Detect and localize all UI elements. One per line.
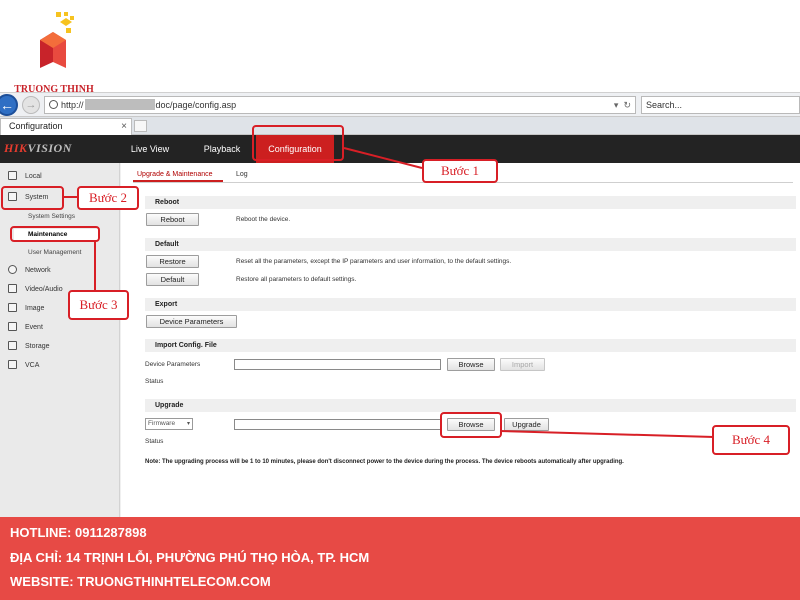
footer-website: WEBSITE: TRUONGTHINHTELECOM.COM bbox=[10, 574, 271, 589]
sidebar-item-network[interactable]: Network bbox=[8, 265, 51, 277]
export-device-parameters-button[interactable]: Device Parameters bbox=[146, 315, 237, 328]
footer-hotline: HOTLINE: 0911287898 bbox=[10, 525, 147, 540]
image-icon bbox=[8, 303, 17, 312]
refresh-icon[interactable]: ↻ bbox=[623, 100, 631, 110]
import-button[interactable]: Import bbox=[500, 358, 545, 371]
forward-button[interactable]: → bbox=[22, 96, 40, 114]
step-2-label: Bước 2 bbox=[77, 186, 139, 210]
app-header: HIKVISION Live View Playback Configurati… bbox=[0, 135, 800, 163]
monitor-icon bbox=[8, 171, 17, 180]
sidebar-item-label: Network bbox=[25, 267, 51, 274]
chevron-down-icon: ▾ bbox=[186, 421, 190, 427]
search-placeholder: Search... bbox=[646, 100, 683, 110]
tab-title: Configuration bbox=[9, 121, 63, 131]
upgrade-button[interactable]: Upgrade bbox=[504, 418, 549, 431]
section-reboot: Reboot bbox=[145, 196, 796, 209]
url-input[interactable]: http:// doc/page/config.asp ▾ ↻ bbox=[44, 96, 636, 114]
firmware-select-value: Firmware bbox=[148, 420, 176, 427]
sidebar: Local System System Settings Maintenance… bbox=[0, 163, 120, 518]
footer-address: ĐỊA CHỈ: 14 TRỊNH LỖI, PHƯỜNG PHÚ THỌ HÒ… bbox=[10, 550, 370, 565]
import-file-path-input[interactable] bbox=[234, 359, 441, 370]
brand-logo-icon bbox=[40, 12, 74, 68]
hikvision-logo: HIKVISION bbox=[4, 141, 72, 156]
url-path: doc/page/config.asp bbox=[155, 100, 237, 110]
brand-logo: TRUONG THINH bbox=[14, 8, 94, 95]
address-bar: ← → http:// doc/page/config.asp ▾ ↻ Searc… bbox=[0, 93, 800, 117]
highlight-maintenance bbox=[10, 226, 100, 242]
restore-button[interactable]: Restore bbox=[146, 255, 199, 268]
sidebar-item-local[interactable]: Local bbox=[8, 171, 42, 183]
globe-icon bbox=[8, 265, 17, 274]
highlight-configuration bbox=[252, 125, 344, 161]
globe-icon bbox=[49, 100, 58, 109]
step-4-label: Bước 4 bbox=[712, 425, 790, 455]
upgrade-note: Note: The upgrading process will be 1 to… bbox=[145, 459, 624, 465]
sidebar-item-label: Event bbox=[25, 324, 43, 331]
default-button[interactable]: Default bbox=[146, 273, 199, 286]
url-controls: ▾ ↻ bbox=[614, 97, 631, 113]
sidebar-item-event[interactable]: Event bbox=[8, 322, 43, 334]
new-tab-button[interactable] bbox=[134, 120, 147, 132]
sidebar-item-vca[interactable]: VCA bbox=[8, 360, 39, 372]
sidebar-item-label: Storage bbox=[25, 343, 50, 350]
logo-hik: HIK bbox=[4, 141, 28, 155]
search-input[interactable]: Search... bbox=[641, 96, 800, 114]
video-icon bbox=[8, 284, 17, 293]
reboot-button[interactable]: Reboot bbox=[146, 213, 199, 226]
tab-log[interactable]: Log bbox=[236, 167, 248, 182]
footer-banner: HOTLINE: 0911287898 ĐỊA CHỈ: 14 TRỊNH LỖ… bbox=[0, 517, 800, 600]
step-3-label: Bước 3 bbox=[68, 290, 129, 320]
section-default: Default bbox=[145, 238, 796, 251]
close-icon[interactable]: × bbox=[121, 119, 127, 134]
url-prefix: http:// bbox=[61, 100, 84, 110]
sidebar-item-video-audio[interactable]: Video/Audio bbox=[8, 284, 63, 296]
chevron-down-icon[interactable]: ▾ bbox=[614, 100, 619, 110]
nav-live-view[interactable]: Live View bbox=[120, 135, 180, 163]
nav-playback[interactable]: Playback bbox=[194, 135, 250, 163]
import-browse-button[interactable]: Browse bbox=[447, 358, 495, 371]
sidebar-sub-system-settings[interactable]: System Settings bbox=[28, 211, 75, 222]
reboot-description: Reboot the device. bbox=[236, 216, 291, 223]
section-export: Export bbox=[145, 298, 796, 311]
highlight-system bbox=[1, 186, 64, 210]
section-upgrade: Upgrade bbox=[145, 399, 796, 412]
back-button[interactable]: ← bbox=[0, 94, 18, 116]
sidebar-item-image[interactable]: Image bbox=[8, 303, 44, 315]
highlight-browse bbox=[440, 412, 502, 438]
sidebar-item-label: Video/Audio bbox=[25, 286, 63, 293]
step-1-label: Bước 1 bbox=[422, 159, 498, 183]
sidebar-item-label: Local bbox=[25, 173, 42, 180]
vca-icon bbox=[8, 360, 17, 369]
storage-icon bbox=[8, 341, 17, 350]
event-icon bbox=[8, 322, 17, 331]
tab-bar: Configuration × bbox=[0, 117, 800, 135]
firmware-select[interactable]: Firmware ▾ bbox=[145, 418, 193, 430]
sidebar-item-storage[interactable]: Storage bbox=[8, 341, 50, 353]
default-description: Restore all parameters to default settin… bbox=[236, 276, 357, 283]
import-status-label: Status bbox=[145, 378, 164, 385]
sidebar-sub-user-management[interactable]: User Management bbox=[28, 247, 81, 258]
sidebar-item-label: Image bbox=[25, 305, 45, 312]
tab-configuration[interactable]: Configuration × bbox=[0, 118, 132, 135]
sidebar-item-label: VCA bbox=[25, 362, 40, 369]
upgrade-status-label: Status bbox=[145, 438, 164, 445]
section-import: Import Config. File bbox=[145, 339, 796, 352]
url-masked bbox=[84, 99, 155, 110]
tab-upgrade-maintenance[interactable]: Upgrade & Maintenance bbox=[133, 167, 223, 182]
upgrade-file-path-input[interactable] bbox=[234, 419, 441, 430]
logo-vision: VISION bbox=[27, 141, 72, 155]
restore-description: Reset all the parameters, except the IP … bbox=[236, 258, 512, 265]
import-device-parameters-label: Device Parameters bbox=[145, 361, 201, 368]
